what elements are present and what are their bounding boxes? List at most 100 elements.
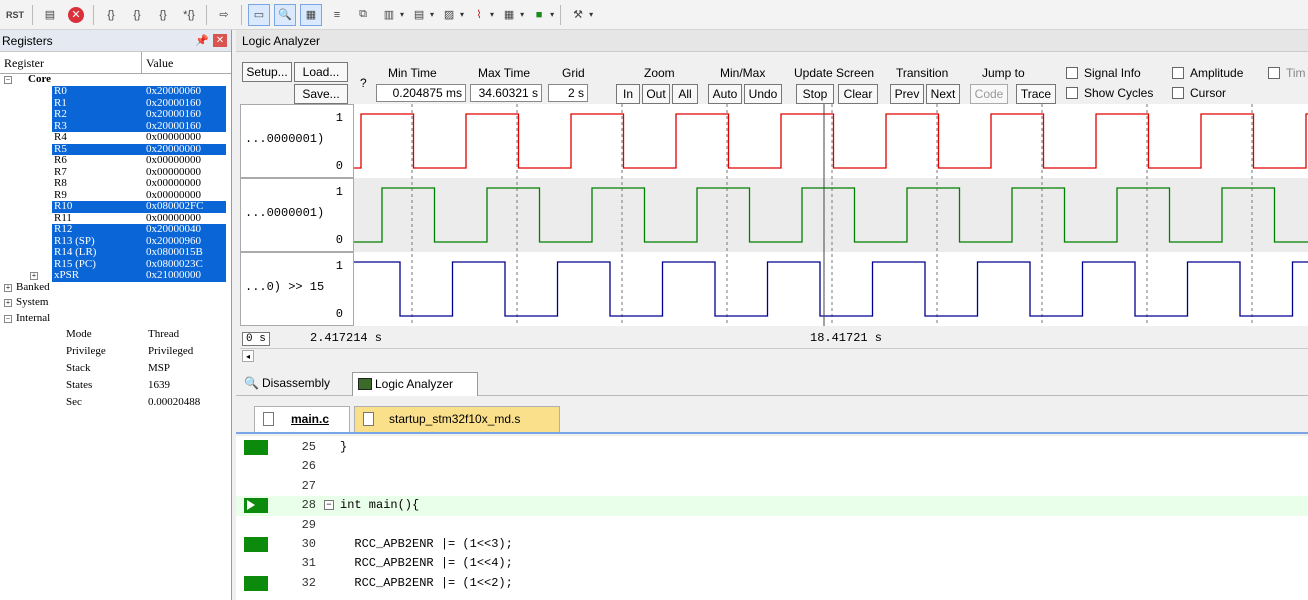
fold-icon[interactable]: − [324,500,334,511]
signal-1-label[interactable]: 1 ...0000001) 0 [240,104,354,178]
tab-main-c[interactable]: main.c [254,406,350,432]
code-button[interactable]: Code [970,84,1008,104]
pin-icon[interactable]: 📌 [195,34,209,47]
watch-window-button[interactable]: ▥ [378,4,400,26]
expand-icon[interactable]: + [30,272,38,280]
step-into-button[interactable]: {} [100,4,122,26]
dropdown-arrow-icon[interactable]: ▾ [430,10,434,19]
signal-2-label[interactable]: 1 ...0000001) 0 [240,178,354,252]
register-value[interactable]: 0x080002FC [144,200,226,213]
register-row[interactable]: R12 0x20000040 [0,223,231,236]
register-value[interactable]: 0x00000000 [144,154,226,167]
close-icon[interactable]: ✕ [213,34,227,47]
undo-button[interactable]: Undo [744,84,782,104]
step-out-button[interactable]: {} [152,4,174,26]
timestamps-checkbox[interactable] [1268,67,1280,79]
expand-icon[interactable]: + [4,283,12,292]
auto-button[interactable]: Auto [708,84,742,104]
code-line[interactable]: 30 RCC_APB2ENR |= (1<<3); [236,535,1308,554]
register-value[interactable]: 0x00000000 [144,131,226,144]
disassembly-window-button[interactable]: 🔍 [274,3,296,26]
command-window-button[interactable]: ▭ [248,3,270,26]
register-value[interactable]: 0x20000060 [144,85,226,98]
register-row[interactable]: R8 0x00000000 [0,177,231,190]
dropdown-arrow-icon[interactable]: ▾ [400,10,404,19]
expand-icon[interactable]: + [4,299,12,307]
internal-row[interactable]: Privilege Privileged [0,343,231,360]
tab-startup[interactable]: startup_stm32f10x_md.s [354,406,560,432]
stop-update-button[interactable]: Stop [796,84,834,104]
register-value[interactable]: 0x20000160 [144,108,226,121]
setup-button[interactable]: Setup... [242,62,292,82]
internal-row[interactable]: Mode Thread [0,326,231,343]
register-row[interactable]: xPSR 0x21000000 + [0,269,231,282]
signal-3-label[interactable]: 1 ...0) >> 15 0 [240,252,354,326]
show-next-button[interactable]: ⇨ [213,4,235,26]
banked-group[interactable]: + Banked [0,281,231,294]
system-group[interactable]: + System [0,296,231,309]
code-line[interactable]: 31 RCC_APB2ENR |= (1<<4); [236,554,1308,573]
tab-logic-analyzer[interactable]: Logic Analyzer [352,372,478,396]
clear-button[interactable]: Clear [838,84,878,104]
scroll-left-icon[interactable]: ◂ [242,350,254,362]
amplitude-checkbox[interactable] [1172,67,1184,79]
register-row[interactable]: R10 0x080002FC [0,200,231,213]
trace-window-button[interactable]: ▦ [498,4,520,26]
col-value-header[interactable]: Value [142,52,177,73]
signal-info-checkbox[interactable] [1066,67,1078,79]
code-line[interactable]: 25} [236,438,1308,457]
symbols-window-button[interactable]: ▦ [300,3,322,26]
save-button[interactable]: Save... [294,84,348,104]
help-button[interactable]: ? [360,76,367,90]
prev-button[interactable]: Prev [890,84,924,104]
register-value[interactable]: 0x20000040 [144,223,226,236]
stop-button[interactable]: ✕ [65,4,87,26]
system-viewer-button[interactable]: ■ [528,4,550,26]
internal-row[interactable]: Stack MSP [0,360,231,377]
register-row[interactable]: R6 0x00000000 [0,154,231,167]
horizontal-scrollbar[interactable]: ◂ [240,348,1308,364]
dropdown-arrow-icon[interactable]: ▾ [589,10,593,19]
register-row[interactable]: R0 0x20000060 [0,85,231,98]
run-to-cursor-button[interactable]: *{} [178,4,200,26]
run-button[interactable]: ▤ [39,4,61,26]
dropdown-arrow-icon[interactable]: ▾ [490,10,494,19]
register-value[interactable]: 0x0800015B [144,246,226,259]
next-button[interactable]: Next [926,84,960,104]
register-value[interactable]: 0x21000000 [144,269,226,282]
code-line[interactable]: 28 int main(){− [236,496,1308,516]
register-value[interactable]: 0x00000000 [144,177,226,190]
zoom-all-button[interactable]: All [672,84,698,104]
internal-group[interactable]: − Internal [0,312,231,325]
internal-row[interactable]: States 1639 [0,377,231,394]
code-line[interactable]: 29 [236,516,1308,535]
cursor-checkbox[interactable] [1172,87,1184,99]
memory-window-button[interactable]: ▤ [408,4,430,26]
serial-window-button[interactable]: ▨ [438,4,460,26]
zoom-in-button[interactable]: In [616,84,640,104]
code-line[interactable]: 32 RCC_APB2ENR |= (1<<2); [236,574,1308,593]
dropdown-arrow-icon[interactable]: ▾ [520,10,524,19]
register-row[interactable]: R14 (LR) 0x0800015B [0,246,231,259]
load-button[interactable]: Load... [294,62,348,82]
toolbox-button[interactable]: ⚒ [567,4,589,26]
step-over-button[interactable]: {} [126,4,148,26]
collapse-icon[interactable]: − [4,314,12,323]
analysis-window-button[interactable]: ⌇ [468,4,490,26]
register-row[interactable]: R4 0x00000000 [0,131,231,144]
dropdown-arrow-icon[interactable]: ▾ [460,10,464,19]
show-cycles-checkbox[interactable] [1066,87,1078,99]
registers-window-button[interactable]: ≡ [326,4,348,26]
call-stack-button[interactable]: ⧉ [352,4,374,26]
collapse-icon[interactable]: − [4,76,12,84]
internal-row[interactable]: Sec 0.00020488 [0,394,231,411]
waveform-plot[interactable] [354,104,1308,326]
tab-disassembly[interactable]: 🔍 Disassembly [240,372,344,396]
register-row[interactable]: R2 0x20000160 [0,108,231,121]
code-line[interactable]: 27 [236,477,1308,496]
code-line[interactable]: 26 [236,457,1308,476]
zoom-out-button[interactable]: Out [642,84,670,104]
dropdown-arrow-icon[interactable]: ▾ [550,10,554,19]
reset-button[interactable]: RST [4,4,26,26]
code-editor[interactable]: 25} 26 27 28 int main(){−29 30 RCC_APB2ENR |=… [236,436,1308,600]
